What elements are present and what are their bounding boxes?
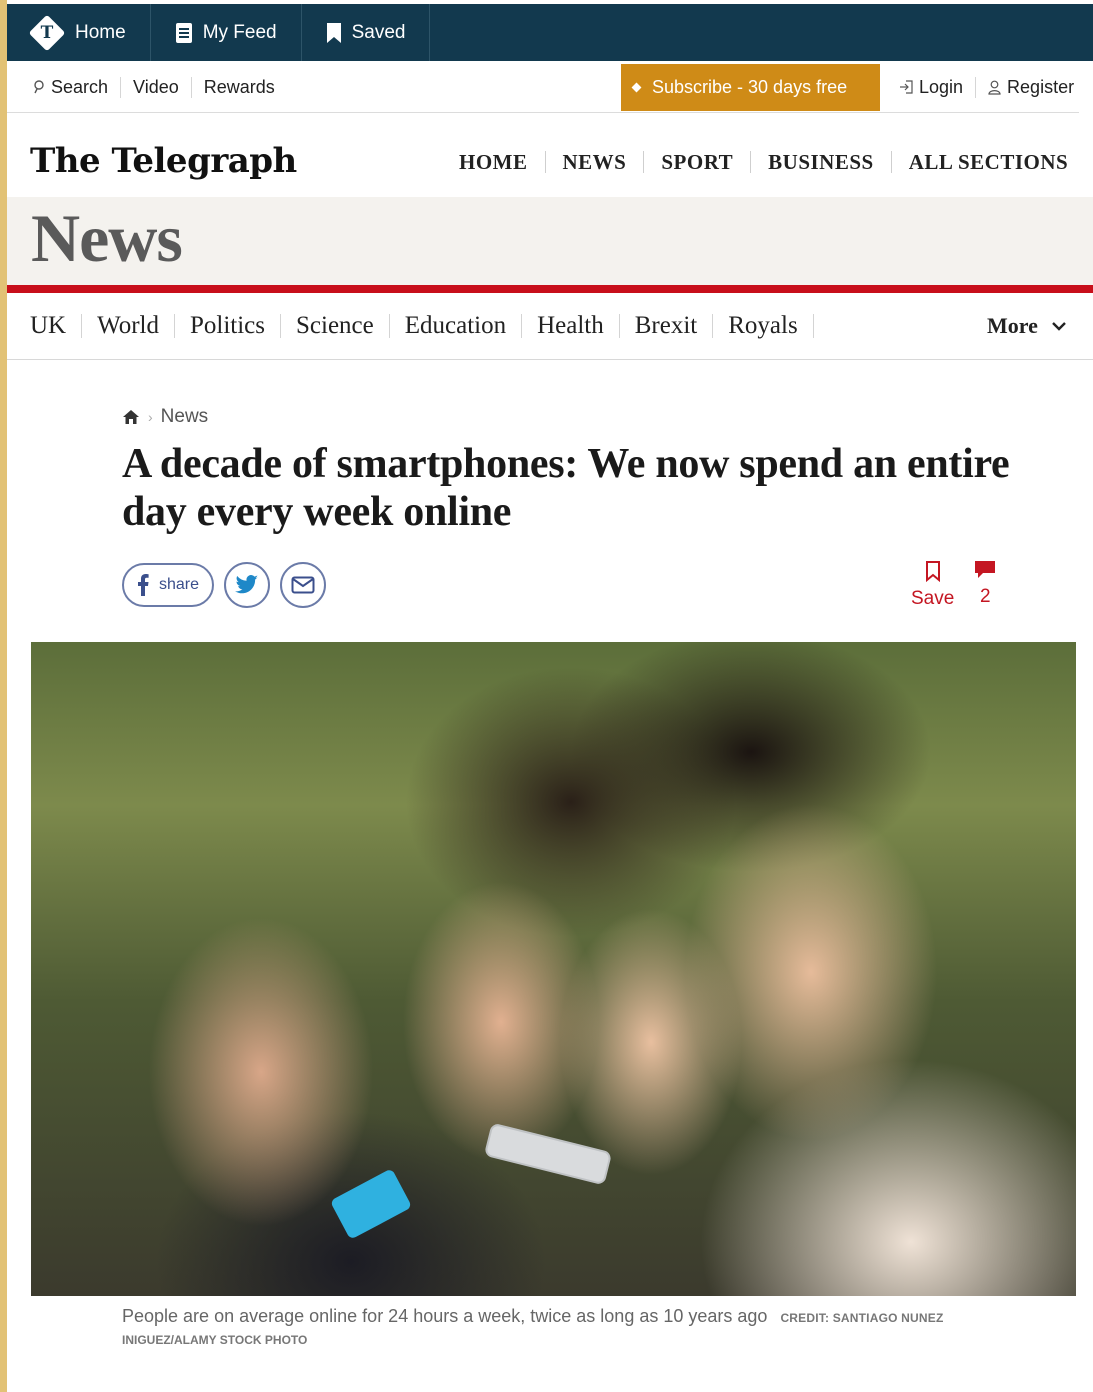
image-caption: People are on average online for 24 hour… <box>122 1305 992 1351</box>
chevron-down-icon <box>1052 322 1066 331</box>
save-label: Save <box>911 588 955 609</box>
main-nav: HOME NEWS SPORT BUSINESS ALL SECTIONS <box>459 151 1068 173</box>
caption-credit-continued: INIGUEZ/ALAMY STOCK PHOTO <box>122 1333 308 1347</box>
caption-credit: CREDIT: SANTIAGO NUNEZ <box>780 1311 944 1325</box>
page: T Home My Feed Saved Search Video Reward… <box>7 0 1093 1392</box>
subnav-item-royals[interactable]: Royals <box>713 313 814 338</box>
login-label: Login <box>919 76 964 97</box>
search-label: Search <box>51 76 109 97</box>
register-label: Register <box>1007 76 1075 97</box>
top-bar: T Home My Feed Saved <box>7 4 1093 61</box>
diamond-bullet-icon <box>631 82 642 93</box>
comment-count: 2 <box>980 586 991 607</box>
comments-button[interactable]: 2 <box>974 560 996 610</box>
video-label: Video <box>133 76 179 97</box>
login-icon <box>900 80 913 94</box>
my-feed-label: My Feed <box>202 21 277 43</box>
section-subnav: UK World Politics Science Education Heal… <box>7 293 1093 360</box>
account-links: Login Register <box>895 62 1086 112</box>
feed-icon <box>175 22 192 43</box>
section-divider <box>7 285 1093 293</box>
search-link[interactable]: Search <box>29 76 122 98</box>
subnav-item-politics[interactable]: Politics <box>175 313 281 338</box>
rewards-link[interactable]: Rewards <box>192 77 287 98</box>
saved-label: Saved <box>351 21 406 43</box>
nav-news[interactable]: NEWS <box>546 151 645 173</box>
email-icon <box>291 576 315 594</box>
subnav-item-uk[interactable]: UK <box>30 313 83 338</box>
subnav-item-education[interactable]: Education <box>390 313 523 338</box>
section-title: News <box>31 200 183 276</box>
nav-sport[interactable]: SPORT <box>644 151 752 173</box>
home-label: Home <box>75 21 126 43</box>
utility-bar: Search Video Rewards Subscribe - 30 days… <box>7 62 1079 113</box>
article-headline: A decade of smartphones: We now spend an… <box>122 441 1010 535</box>
breadcrumb-separator: › <box>148 409 153 425</box>
nav-home[interactable]: HOME <box>459 151 546 173</box>
subnav-item-brexit[interactable]: Brexit <box>620 313 714 338</box>
subnav-item-health[interactable]: Health <box>522 313 620 338</box>
more-label: More <box>987 313 1038 338</box>
section-header: News <box>7 197 1093 285</box>
user-icon <box>988 80 1001 95</box>
twitter-icon <box>235 575 258 594</box>
nav-business[interactable]: BUSINESS <box>751 151 892 173</box>
home-icon[interactable] <box>122 409 140 425</box>
home-link[interactable]: T Home <box>7 4 151 61</box>
bookmark-outline-icon <box>925 561 940 582</box>
breadcrumb: › News <box>122 406 208 428</box>
subscribe-label: Subscribe - 30 days free <box>652 77 848 97</box>
utility-links: Search Video Rewards <box>29 62 287 112</box>
blue-phone-illustration <box>329 1168 413 1240</box>
comment-icon <box>975 561 996 578</box>
subnav-items: UK World Politics Science Education Heal… <box>30 293 814 359</box>
twitter-share-button[interactable] <box>224 562 270 608</box>
register-link[interactable]: Register <box>976 77 1086 98</box>
caption-text: People are on average online for 24 hour… <box>122 1306 768 1326</box>
video-link[interactable]: Video <box>121 76 192 98</box>
subscribe-button[interactable]: Subscribe - 30 days free <box>621 64 880 111</box>
save-article-button[interactable]: Save <box>911 560 954 610</box>
share-label: share <box>158 576 200 593</box>
rewards-label: Rewards <box>203 76 275 97</box>
facebook-share-button[interactable]: share <box>122 563 214 607</box>
subnav-item-science[interactable]: Science <box>281 313 390 338</box>
search-icon <box>34 80 44 94</box>
telegraph-wordmark[interactable]: The Telegraph <box>30 141 297 181</box>
breadcrumb-news[interactable]: News <box>161 406 209 428</box>
saved-link[interactable]: Saved <box>302 4 431 61</box>
subnav-item-world[interactable]: World <box>82 313 175 338</box>
article-actions: Save 2 <box>911 560 996 610</box>
telegraph-logo-icon: T <box>28 14 66 51</box>
masthead: The Telegraph HOME NEWS SPORT BUSINESS A… <box>7 113 1093 197</box>
bookmark-icon <box>326 22 341 43</box>
hero-image <box>31 642 1076 1296</box>
share-buttons: share <box>122 562 326 608</box>
login-link[interactable]: Login <box>895 76 977 98</box>
silver-phone-illustration <box>483 1122 613 1186</box>
my-feed-link[interactable]: My Feed <box>151 4 302 61</box>
more-menu-button[interactable]: More <box>987 313 1066 339</box>
facebook-icon <box>137 574 149 596</box>
nav-all-sections[interactable]: ALL SECTIONS <box>892 151 1068 173</box>
email-share-button[interactable] <box>280 562 326 608</box>
